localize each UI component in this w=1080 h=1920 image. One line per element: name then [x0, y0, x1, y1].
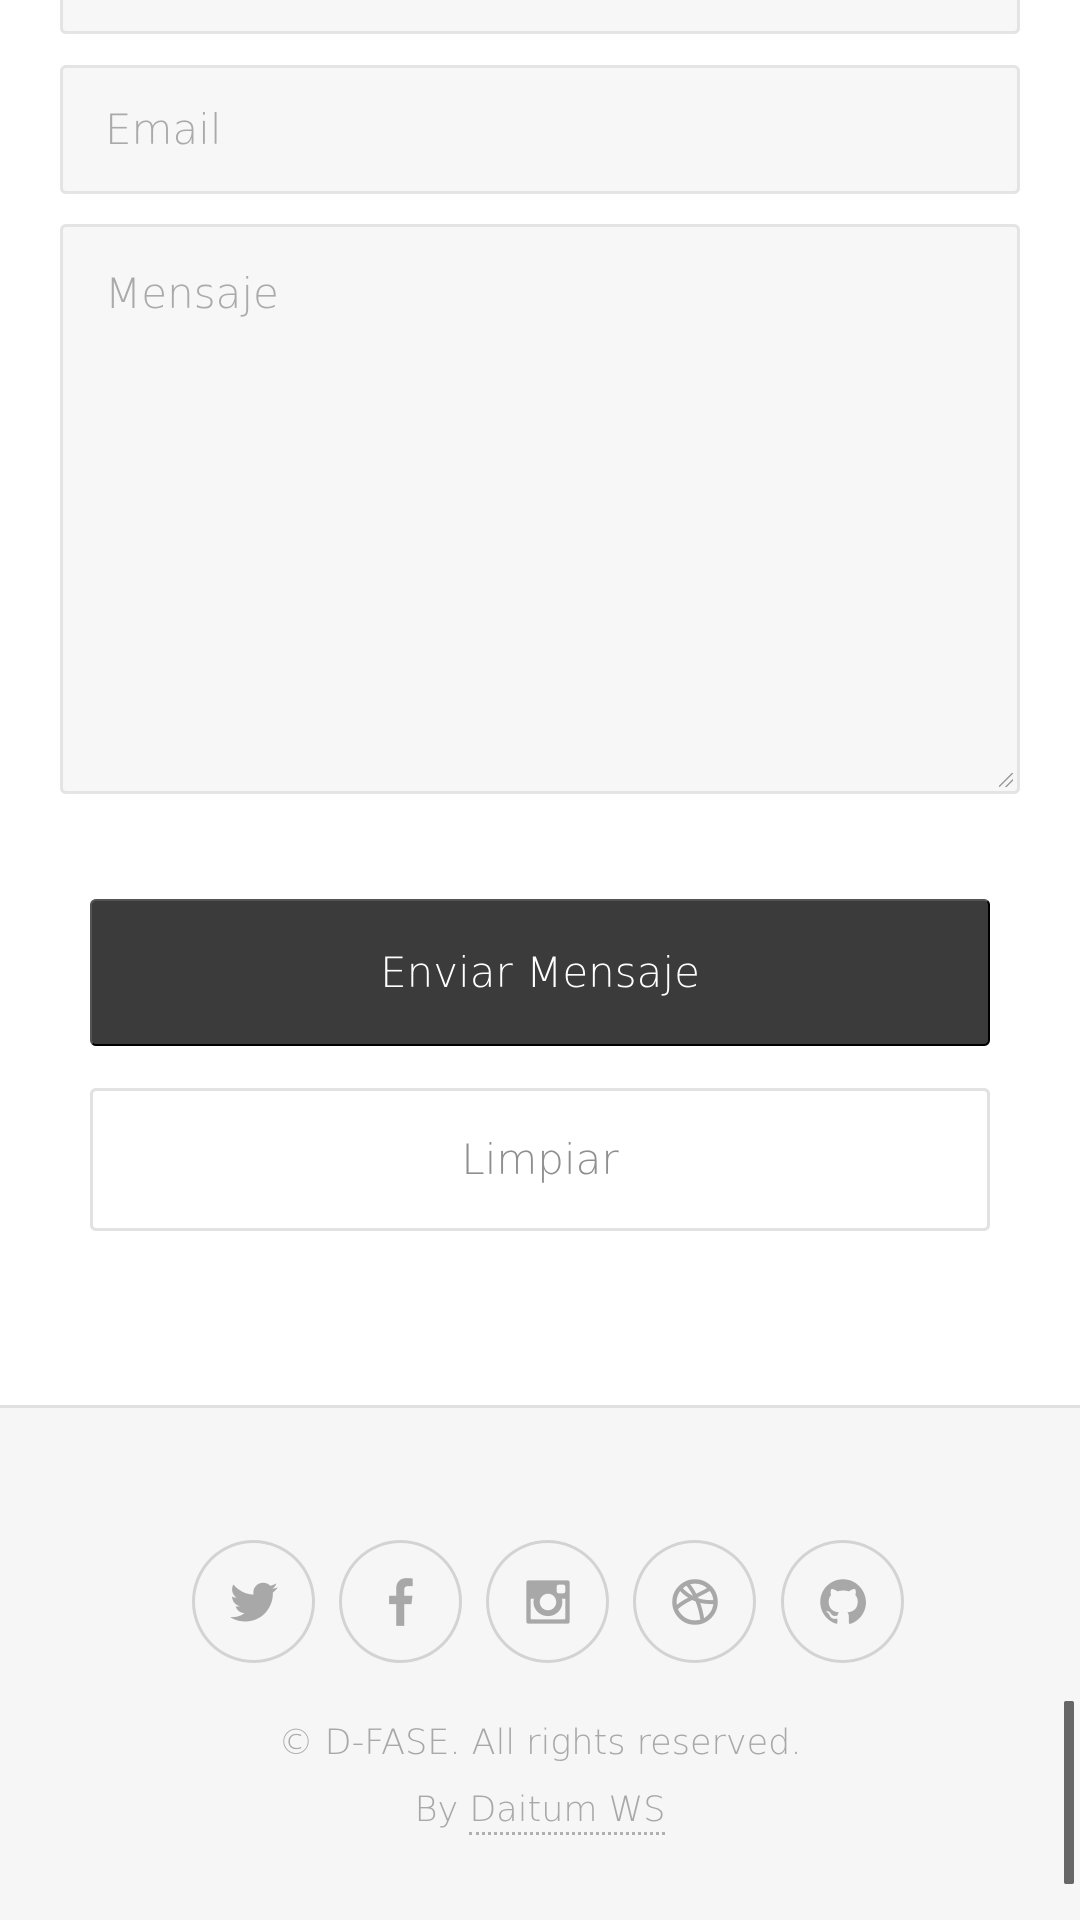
- social-links: [0, 1540, 1080, 1664]
- instagram-link[interactable]: [486, 1540, 609, 1663]
- dribbble-link[interactable]: [633, 1540, 756, 1663]
- name-field[interactable]: [60, 0, 1020, 34]
- dribbble-icon: [671, 1578, 718, 1625]
- github-link[interactable]: [781, 1540, 904, 1663]
- twitter-icon: [229, 1582, 278, 1621]
- twitter-link[interactable]: [192, 1540, 315, 1663]
- credit-prefix: By: [414, 1790, 459, 1830]
- footer: © D-FASE. All rights reserved. By Daitum…: [0, 1405, 1080, 1920]
- message-placeholder: Mensaje: [105, 269, 279, 318]
- email-placeholder: Email: [105, 105, 222, 154]
- scrollbar[interactable]: [1064, 1701, 1074, 1884]
- message-textarea[interactable]: Mensaje: [60, 224, 1020, 794]
- github-icon: [819, 1578, 866, 1624]
- contact-page: Email Mensaje Enviar Mensaje Limpiar © D…: [0, 0, 1080, 1920]
- facebook-link[interactable]: [339, 1540, 462, 1663]
- clear-button[interactable]: Limpiar: [90, 1088, 990, 1231]
- credit-line: By Daitum WS: [0, 1790, 1080, 1835]
- instagram-icon: [525, 1579, 570, 1624]
- send-message-button[interactable]: Enviar Mensaje: [90, 899, 990, 1046]
- email-field[interactable]: Email: [60, 65, 1020, 194]
- resize-handle[interactable]: [999, 773, 1013, 787]
- credit-link[interactable]: Daitum WS: [469, 1790, 666, 1835]
- facebook-icon: [388, 1577, 413, 1626]
- copyright-text: © D-FASE. All rights reserved.: [278, 1723, 802, 1763]
